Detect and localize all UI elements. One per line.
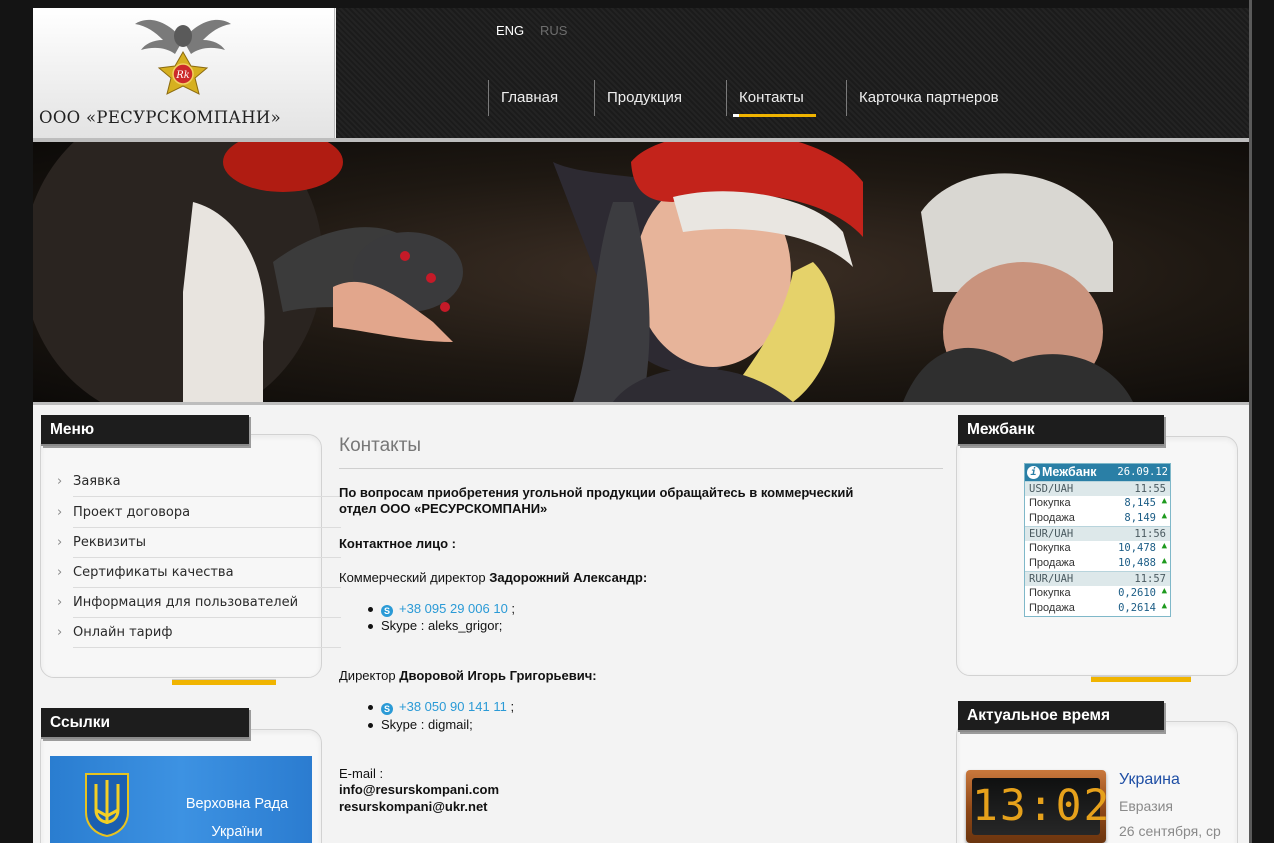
lang-rus-link[interactable]: RUS bbox=[540, 23, 567, 38]
fx-row: Покупка 8,145 ▲ bbox=[1029, 496, 1167, 509]
arrow-up-icon: ▲ bbox=[1161, 556, 1167, 566]
miners-photo bbox=[33, 142, 1133, 402]
nav-products[interactable]: Продукция bbox=[594, 80, 682, 116]
timezone-region: Евразия bbox=[1119, 798, 1174, 814]
person2-phone-link[interactable]: +38 050 90 141 11 bbox=[399, 699, 507, 714]
email-label: E-mail : bbox=[339, 766, 384, 781]
chevron-right-icon: › bbox=[57, 595, 63, 610]
trident-icon bbox=[85, 773, 129, 838]
nav-contacts[interactable]: Контакты bbox=[726, 80, 816, 117]
arrow-up-icon: ▲ bbox=[1161, 586, 1167, 596]
company-name: ООО «РЕСУРСКОМПАНИ» bbox=[39, 108, 281, 127]
chevron-right-icon: › bbox=[57, 474, 63, 489]
links-title: Ссылки bbox=[41, 708, 249, 739]
current-date: 26 сентября, ср bbox=[1119, 823, 1221, 839]
fx-row: Покупка 0,2610 ▲ bbox=[1029, 586, 1167, 599]
arrow-up-icon: ▲ bbox=[1161, 601, 1167, 611]
fx-row: Покупка 10,478 ▲ bbox=[1029, 541, 1167, 554]
nav-home[interactable]: Главная bbox=[488, 80, 558, 116]
fx-row: Продажа 8,149 ▲ bbox=[1029, 511, 1167, 524]
logo[interactable]: Rk ООО «РЕСУРСКОМПАНИ» bbox=[33, 8, 335, 138]
fx-pair-usd: USD/UAH 11:55 bbox=[1025, 481, 1170, 496]
chevron-right-icon: › bbox=[57, 505, 63, 520]
fx-row: Продажа 0,2614 ▲ bbox=[1029, 601, 1167, 614]
menu-item-certificates[interactable]: › Сертификаты качества bbox=[57, 557, 341, 588]
rada-text: Верховна Рада України bbox=[185, 796, 289, 840]
exchange-rates-widget[interactable]: i Межбанк 26.09.12 USD/UAH 11:55 Покупка 8… bbox=[1024, 463, 1171, 617]
skype-icon[interactable]: S bbox=[381, 605, 393, 617]
time-title: Актуальное время bbox=[958, 701, 1164, 732]
chevron-right-icon: › bbox=[57, 565, 63, 580]
timezone-country-link[interactable]: Украина bbox=[1119, 771, 1180, 789]
digital-clock: 13:02 bbox=[966, 770, 1109, 843]
person2-line: Директор Дворовой Игорь Григорьевич: bbox=[339, 668, 597, 683]
fx-pair-eur: EUR/UAH 11:56 bbox=[1025, 526, 1170, 541]
fx-row: Продажа 10,488 ▲ bbox=[1029, 556, 1167, 569]
menu-item-user-info[interactable]: › Информация для пользователей bbox=[57, 587, 341, 618]
arrow-up-icon: ▲ bbox=[1161, 496, 1167, 506]
person2-skype-item: Skype : digmail; bbox=[368, 717, 473, 732]
page: Rk ООО «РЕСУРСКОМПАНИ» ENG RUS Главная П… bbox=[33, 8, 1249, 843]
person1-phone-link[interactable]: +38 095 29 006 10 bbox=[399, 601, 508, 616]
exchange-footer-accent bbox=[1091, 676, 1191, 682]
arrow-up-icon: ▲ bbox=[1161, 541, 1167, 551]
arrow-up-icon: ▲ bbox=[1161, 511, 1167, 521]
nav-partner-card[interactable]: Карточка партнеров bbox=[846, 80, 999, 116]
menu-item-order[interactable]: › Заявка bbox=[57, 466, 341, 497]
skype-icon[interactable]: S bbox=[381, 703, 393, 715]
menu-title: Меню bbox=[41, 415, 249, 446]
menu-item-contract[interactable]: › Проект договора bbox=[57, 497, 341, 528]
banner-divider bbox=[33, 402, 1249, 405]
lang-eng-link[interactable]: ENG bbox=[496, 23, 524, 38]
email-1[interactable]: info@resurskompani.com bbox=[339, 782, 499, 797]
chevron-right-icon: › bbox=[57, 625, 63, 640]
email-2[interactable]: resurskompani@ukr.net bbox=[339, 799, 488, 814]
page-title: Контакты bbox=[339, 435, 422, 456]
menu-footer-accent bbox=[172, 679, 276, 685]
verkhovna-rada-banner[interactable]: Верховна Рада України bbox=[50, 756, 312, 843]
page-edge bbox=[1249, 0, 1252, 843]
eagle-emblem-icon: Rk bbox=[135, 19, 231, 95]
chevron-right-icon: › bbox=[57, 535, 63, 550]
title-divider bbox=[339, 468, 943, 469]
header-bar: ENG RUS Главная Продукция Контакты Карто… bbox=[336, 8, 1249, 138]
menu-item-requisites[interactable]: › Реквизиты bbox=[57, 527, 341, 558]
fx-pair-rur: RUR/UAH 11:57 bbox=[1025, 571, 1170, 586]
person1-skype-item: Skype : aleks_grigor; bbox=[368, 618, 502, 633]
person1-phone-item: S +38 095 29 006 10 ; bbox=[368, 601, 515, 617]
contact-label: Контактное лицо : bbox=[339, 536, 456, 551]
fx-header: i Межбанк 26.09.12 bbox=[1025, 464, 1170, 481]
svg-text:Rk: Rk bbox=[175, 70, 190, 81]
clock-display: 13:02 bbox=[972, 778, 1109, 835]
header-banner-photo bbox=[33, 142, 1249, 402]
person1-line: Коммерческий директор Задорожний Алексан… bbox=[339, 570, 648, 585]
intro-text: По вопросам приобретения угольной продук… bbox=[339, 485, 854, 516]
person2-phone-item: S +38 050 90 141 11 ; bbox=[368, 699, 514, 715]
menu-item-online-tariff[interactable]: › Онлайн тариф bbox=[57, 617, 341, 648]
exchange-title: Межбанк bbox=[958, 415, 1164, 446]
info-icon: i bbox=[1027, 466, 1040, 479]
